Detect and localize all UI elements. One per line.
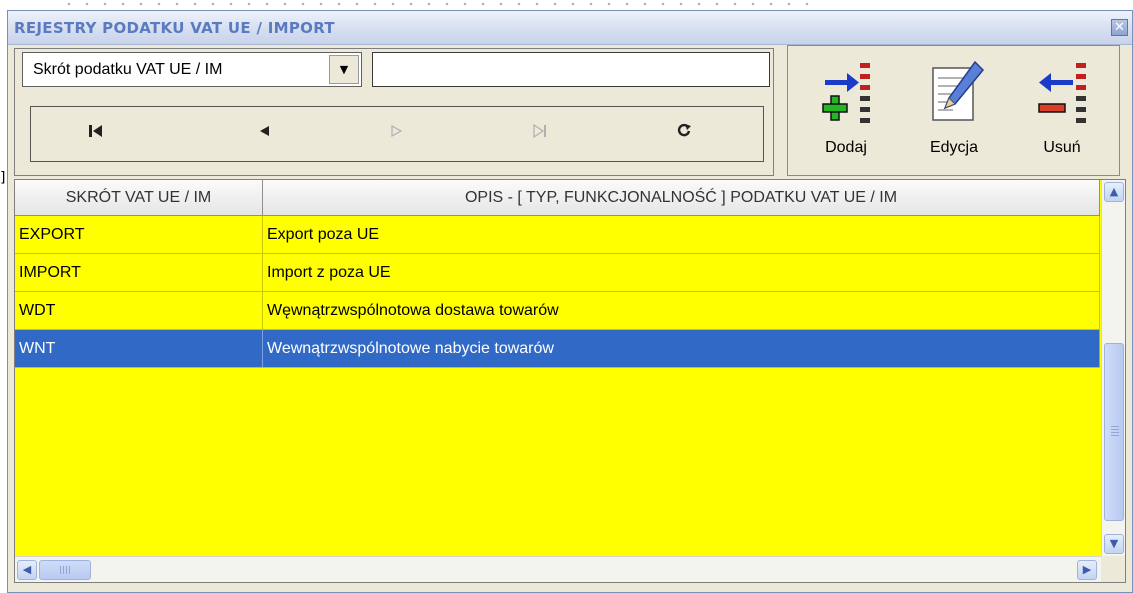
horizontal-scrollbar[interactable]: ◀ ▶ xyxy=(15,556,1101,582)
prev-icon xyxy=(260,126,269,136)
dropdown-arrow-icon[interactable]: ▼ xyxy=(329,55,359,84)
edit-label: Edycja xyxy=(929,139,979,156)
first-record-button[interactable] xyxy=(71,117,121,149)
table-row[interactable]: IMPORT Import z poza UE xyxy=(15,254,1100,292)
add-button[interactable]: Dodaj xyxy=(798,54,894,170)
cell-code: EXPORT xyxy=(15,216,263,253)
vertical-scrollbar[interactable]: ▲ ▼ xyxy=(1101,180,1125,556)
add-label: Dodaj xyxy=(825,139,867,156)
table-header: SKRÓT VAT UE / IM OPIS - [ TYP, FUNKCJON… xyxy=(15,180,1100,216)
table-row-selected[interactable]: WNT Wewnątrzwspólnotowe nabycie towarów xyxy=(15,330,1100,368)
scroll-right-button[interactable]: ▶ xyxy=(1077,560,1097,580)
last-icon xyxy=(533,123,546,139)
cell-code: IMPORT xyxy=(15,254,263,291)
scroll-down-button[interactable]: ▼ xyxy=(1104,534,1124,554)
cell-description: Import z poza UE xyxy=(263,254,1100,291)
table-body: EXPORT Export poza UE IMPORT Import z po… xyxy=(15,216,1100,368)
action-toolbar: Dodaj Edycja Usuń xyxy=(787,45,1120,176)
refresh-button[interactable] xyxy=(659,117,709,149)
edit-icon xyxy=(932,60,985,121)
last-record-button[interactable] xyxy=(515,117,565,149)
scroll-up-button[interactable]: ▲ xyxy=(1104,182,1124,202)
delete-icon xyxy=(1038,63,1086,123)
table-row[interactable]: EXPORT Export poza UE xyxy=(15,216,1100,254)
add-icon xyxy=(822,63,870,123)
vertical-scroll-thumb[interactable] xyxy=(1104,343,1124,521)
vat-register-table: SKRÓT VAT UE / IM OPIS - [ TYP, FUNKCJON… xyxy=(14,179,1126,583)
title-bar: REJESTRY PODATKU VAT UE / IMPORT ✕ xyxy=(8,11,1132,45)
column-header-code[interactable]: SKRÓT VAT UE / IM xyxy=(15,180,263,216)
field-select-value: Skrót podatku VAT UE / IM xyxy=(33,61,223,78)
grip-icon xyxy=(60,566,70,574)
edit-button[interactable]: Edycja xyxy=(906,54,1002,170)
horizontal-scroll-thumb[interactable] xyxy=(39,560,91,580)
cell-description: Export poza UE xyxy=(263,216,1100,253)
refresh-icon xyxy=(677,123,691,137)
delete-label: Usuń xyxy=(1043,139,1081,156)
next-record-button[interactable] xyxy=(371,117,421,149)
first-icon xyxy=(89,125,102,137)
close-button[interactable]: ✕ xyxy=(1111,19,1128,36)
search-input[interactable] xyxy=(372,52,770,87)
scroll-corner xyxy=(1101,556,1125,582)
background-dots xyxy=(60,0,820,8)
table-row[interactable]: WDT Węwnątrzwspólnotowa dostawa towarów xyxy=(15,292,1100,330)
window-title: REJESTRY PODATKU VAT UE / IMPORT xyxy=(14,19,335,37)
record-navigator xyxy=(30,106,764,162)
prev-record-button[interactable] xyxy=(239,117,289,149)
background-mark: ] xyxy=(0,170,6,186)
delete-button[interactable]: Usuń xyxy=(1014,54,1110,170)
grip-icon xyxy=(1111,426,1119,436)
next-icon xyxy=(391,124,403,138)
column-header-description[interactable]: OPIS - [ TYP, FUNKCJONALNOŚĆ ] PODATKU V… xyxy=(263,180,1100,216)
cell-description: Węwnątrzwspólnotowa dostawa towarów xyxy=(263,292,1100,329)
scroll-left-button[interactable]: ◀ xyxy=(17,560,37,580)
cell-code: WDT xyxy=(15,292,263,329)
field-select[interactable]: Skrót podatku VAT UE / IM ▼ xyxy=(22,52,362,87)
cell-code: WNT xyxy=(15,330,263,367)
cell-description: Wewnątrzwspólnotowe nabycie towarów xyxy=(263,330,1100,367)
